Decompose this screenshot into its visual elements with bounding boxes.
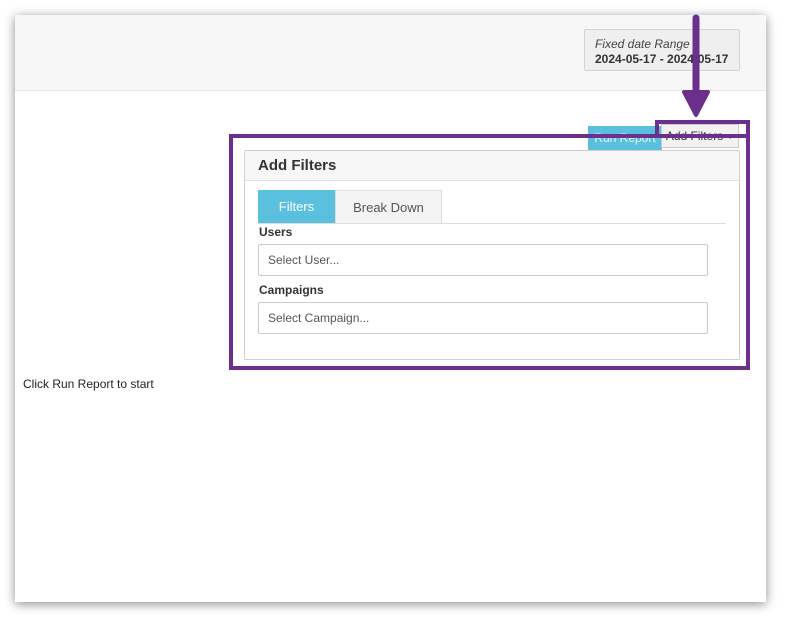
run-report-button[interactable]: Run Report: [588, 126, 662, 150]
status-message: Click Run Report to start: [23, 377, 154, 391]
campaign-select-placeholder: Select Campaign...: [268, 311, 370, 325]
header-bar: Fixed date Range 2024-05-17 - 2024-05-17: [15, 15, 766, 91]
panel-title: Add Filters: [245, 151, 739, 181]
filter-tabs: Filters Break Down: [258, 190, 726, 224]
date-range-selector[interactable]: Fixed date Range 2024-05-17 - 2024-05-17: [584, 29, 740, 71]
user-select[interactable]: Select User...: [258, 244, 708, 276]
tab-break-down[interactable]: Break Down: [335, 190, 442, 223]
campaign-select[interactable]: Select Campaign...: [258, 302, 708, 334]
add-filters-button[interactable]: Add Filters ▼: [661, 124, 739, 148]
campaigns-label: Campaigns: [259, 283, 324, 297]
user-select-placeholder: Select User...: [268, 253, 340, 267]
add-filters-label: Add Filters: [665, 129, 724, 143]
date-range-value: 2024-05-17 - 2024-05-17: [595, 52, 729, 66]
users-label: Users: [259, 225, 293, 239]
report-window: Fixed date Range 2024-05-17 - 2024-05-17…: [15, 15, 766, 602]
tab-filters[interactable]: Filters: [258, 190, 335, 223]
date-range-title: Fixed date Range: [595, 37, 690, 51]
chevron-down-icon: ▼: [726, 131, 735, 141]
add-filters-panel: Add Filters Filters Break Down Users Sel…: [244, 150, 740, 360]
